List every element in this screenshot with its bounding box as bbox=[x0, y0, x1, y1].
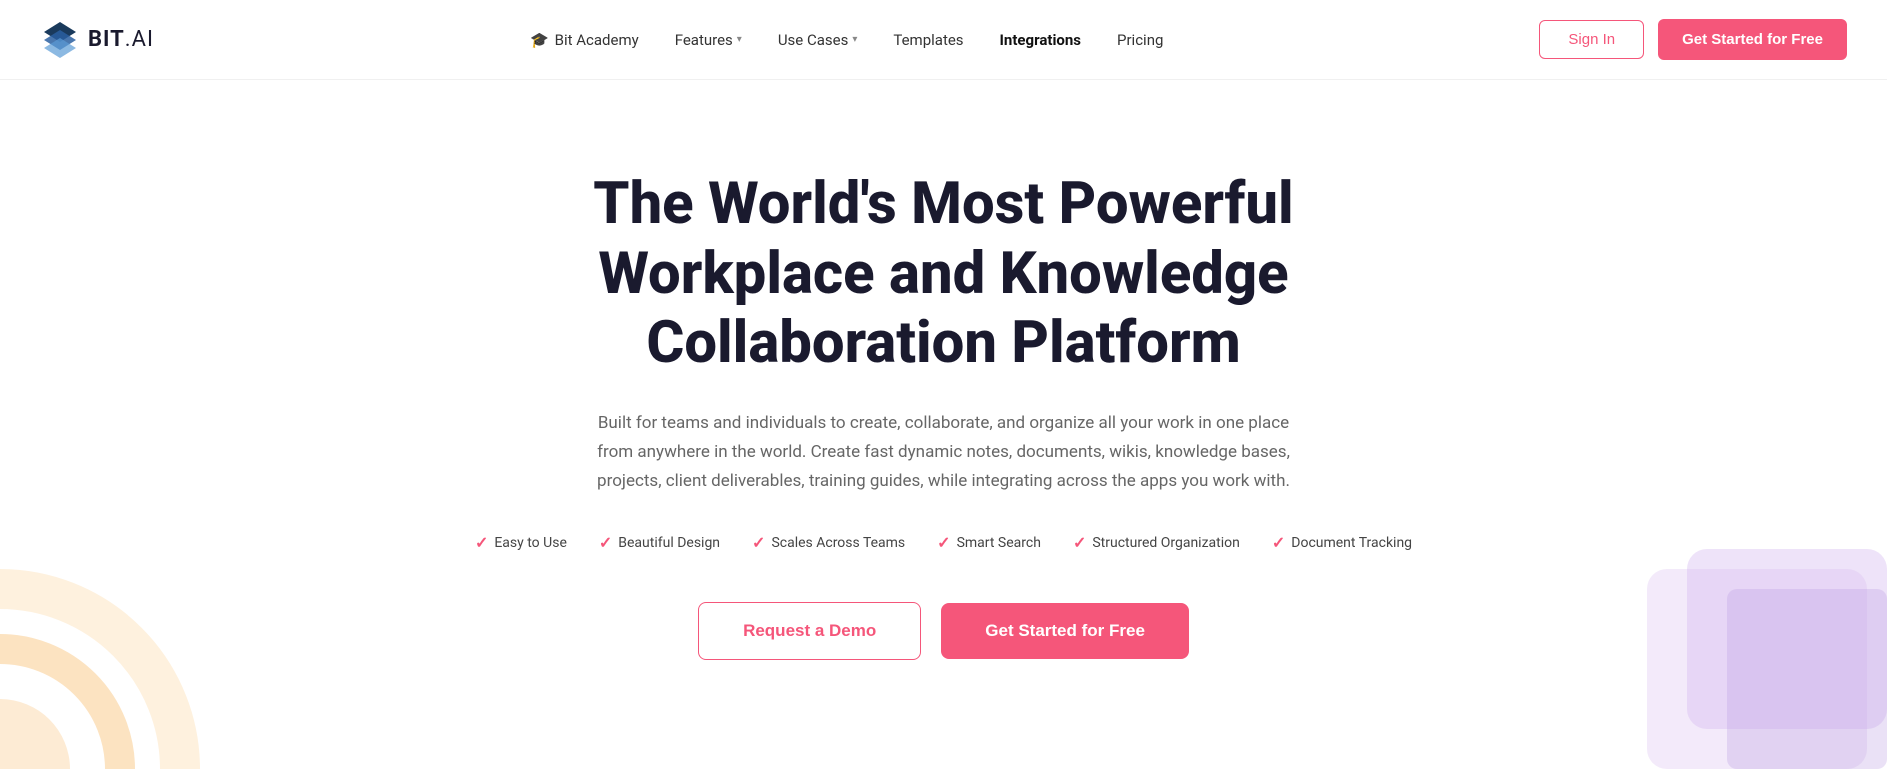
hero-subtitle: Built for teams and individuals to creat… bbox=[594, 409, 1294, 496]
graduation-cap-icon: 🎓 bbox=[530, 31, 549, 49]
checkmark-icon: ✓ bbox=[1272, 533, 1285, 552]
checkmark-icon: ✓ bbox=[1073, 533, 1086, 552]
hero-buttons: Request a Demo Get Started for Free bbox=[698, 602, 1189, 660]
nav-item-features[interactable]: Features ▾ bbox=[675, 31, 742, 49]
checkmark-icon: ✓ bbox=[937, 533, 950, 552]
feature-beautiful-design: ✓ Beautiful Design bbox=[599, 533, 720, 552]
nav-item-pricing[interactable]: Pricing bbox=[1117, 31, 1163, 49]
nav-item-templates[interactable]: Templates bbox=[893, 31, 963, 49]
get-started-hero-button[interactable]: Get Started for Free bbox=[941, 603, 1189, 659]
checkmark-icon: ✓ bbox=[599, 533, 612, 552]
logo-icon bbox=[40, 20, 80, 60]
request-demo-button[interactable]: Request a Demo bbox=[698, 602, 921, 660]
deco-right-shape bbox=[1587, 549, 1887, 769]
nav-actions: Sign In Get Started for Free bbox=[1539, 19, 1847, 60]
signin-button[interactable]: Sign In bbox=[1539, 20, 1644, 59]
nav-item-integrations[interactable]: Integrations bbox=[1000, 31, 1081, 49]
logo[interactable]: BIT.AI bbox=[40, 20, 154, 60]
logo-wordmark: BIT.AI bbox=[88, 27, 154, 52]
get-started-nav-button[interactable]: Get Started for Free bbox=[1658, 19, 1847, 60]
chevron-down-icon: ▾ bbox=[737, 34, 742, 45]
hero-title: The World's Most Powerful Workplace and … bbox=[494, 170, 1394, 379]
feature-structured-organization: ✓ Structured Organization bbox=[1073, 533, 1240, 552]
main-nav: BIT.AI 🎓 Bit Academy Features ▾ Use Case… bbox=[0, 0, 1887, 80]
feature-smart-search: ✓ Smart Search bbox=[937, 533, 1041, 552]
features-list: ✓ Easy to Use ✓ Beautiful Design ✓ Scale… bbox=[475, 533, 1412, 552]
feature-document-tracking: ✓ Document Tracking bbox=[1272, 533, 1412, 552]
checkmark-icon: ✓ bbox=[475, 533, 488, 552]
nav-item-use-cases[interactable]: Use Cases ▾ bbox=[778, 31, 858, 49]
deco-left-shape bbox=[0, 549, 220, 769]
nav-item-bit-academy[interactable]: 🎓 Bit Academy bbox=[530, 31, 639, 49]
feature-easy-to-use: ✓ Easy to Use bbox=[475, 533, 567, 552]
nav-links: 🎓 Bit Academy Features ▾ Use Cases ▾ Tem… bbox=[530, 31, 1163, 49]
hero-section: The World's Most Powerful Workplace and … bbox=[0, 80, 1887, 769]
checkmark-icon: ✓ bbox=[752, 533, 765, 552]
feature-scales-across-teams: ✓ Scales Across Teams bbox=[752, 533, 905, 552]
chevron-down-icon: ▾ bbox=[852, 34, 857, 45]
